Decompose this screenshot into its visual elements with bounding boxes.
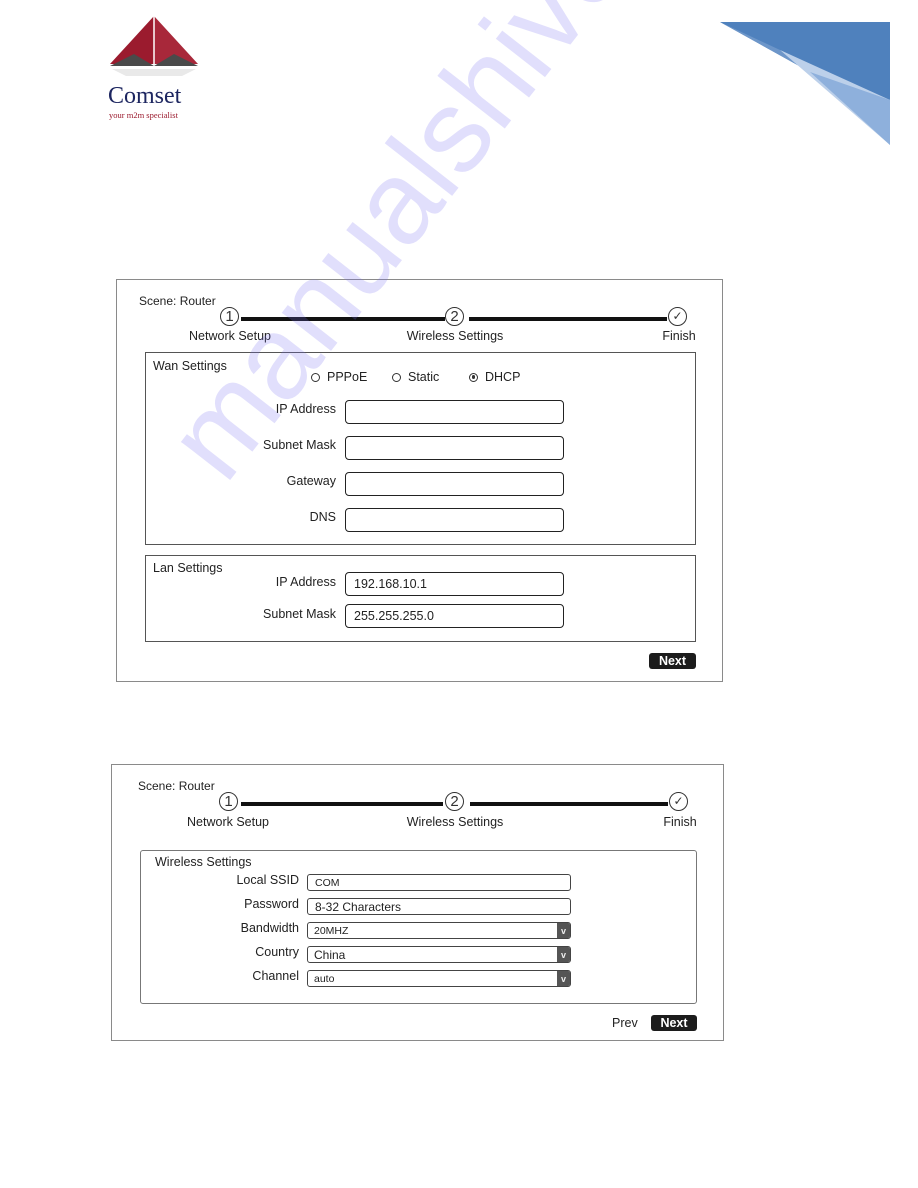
wan-ip-input[interactable] (345, 400, 564, 424)
ssid-input[interactable]: COM (307, 874, 571, 891)
triangle-logo-icon (110, 16, 198, 76)
bandwidth-select[interactable]: 20MHZ v (307, 922, 571, 939)
country-select[interactable]: China v (307, 946, 571, 963)
step-label-network-setup: Network Setup (189, 329, 271, 343)
wireless-settings-group: Wireless Settings Local SSID COM Passwor… (140, 850, 697, 1004)
chevron-down-icon[interactable]: v (557, 971, 570, 986)
wan-subnet-input[interactable] (345, 436, 564, 460)
wan-gateway-input[interactable] (345, 472, 564, 496)
country-value: China (314, 947, 346, 962)
chevron-down-icon[interactable]: v (557, 947, 570, 962)
wan-ip-label: IP Address (275, 402, 336, 416)
channel-select[interactable]: auto v (307, 970, 571, 987)
chevron-down-icon[interactable]: v (557, 923, 570, 938)
wan-subnet-label: Subnet Mask (263, 438, 336, 452)
lan-settings-group: Lan Settings IP Address 192.168.10.1 Sub… (145, 555, 696, 642)
step-label-finish: Finish (663, 815, 697, 829)
stepper-line (241, 317, 445, 321)
stepper-line (470, 802, 668, 806)
wan-settings-title: Wan Settings (153, 359, 227, 373)
wireless-settings-screenshot: Scene: Router 1 2 ✓ Network Setup Wirele… (111, 764, 724, 1041)
step-label-finish: Finish (662, 329, 696, 343)
prev-button[interactable]: Prev (612, 1016, 638, 1030)
radio-dhcp[interactable]: DHCP (469, 370, 520, 384)
wan-gateway-label: Gateway (286, 474, 336, 488)
comset-logo: Comset your m2m specialist (104, 14, 204, 120)
lan-settings-title: Lan Settings (153, 561, 223, 575)
ssid-label: Local SSID (236, 873, 299, 887)
scene-label: Scene: Router (139, 294, 216, 308)
step-label-wireless-settings: Wireless Settings (406, 815, 504, 829)
network-setup-screenshot: Scene: Router 1 2 ✓ Network Setup Wirele… (116, 279, 723, 682)
stepper-line (241, 802, 443, 806)
corner-decoration-icon (720, 22, 890, 145)
step-2-icon: 2 (445, 792, 464, 811)
country-label: Country (255, 945, 299, 959)
check-icon: ✓ (669, 792, 688, 811)
check-icon: ✓ (668, 307, 687, 326)
radio-unchecked-icon (311, 372, 320, 382)
step-label-wireless-settings: Wireless Settings (406, 329, 504, 343)
bandwidth-label: Bandwidth (240, 921, 299, 935)
radio-label: DHCP (485, 370, 521, 384)
lan-subnet-label: Subnet Mask (263, 607, 336, 621)
logo-tagline: your m2m specialist (109, 110, 178, 120)
wan-dns-input[interactable] (345, 508, 564, 532)
radio-checked-icon (469, 372, 478, 382)
radio-label: PPPoE (327, 370, 368, 384)
password-input[interactable]: 8-32 Characters (307, 898, 571, 915)
step-1-icon: 1 (219, 792, 238, 811)
channel-label: Channel (252, 969, 299, 983)
radio-static[interactable]: Static (392, 370, 439, 384)
lan-subnet-input[interactable]: 255.255.255.0 (345, 604, 564, 628)
wan-dns-label: DNS (309, 510, 336, 524)
radio-pppoe[interactable]: PPPoE (311, 370, 367, 384)
stepper-line (469, 317, 667, 321)
radio-unchecked-icon (392, 372, 401, 382)
step-2-icon: 2 (445, 307, 464, 326)
lan-ip-label: IP Address (275, 575, 336, 589)
wan-settings-group: Wan Settings PPPoE Static DHCP IP Addres… (145, 352, 696, 545)
wireless-settings-title: Wireless Settings (155, 855, 252, 869)
lan-ip-input[interactable]: 192.168.10.1 (345, 572, 564, 596)
bandwidth-value: 20MHZ (314, 924, 349, 937)
step-1-icon: 1 (220, 307, 239, 326)
scene-label: Scene: Router (138, 779, 215, 793)
radio-label: Static (408, 370, 440, 384)
next-button[interactable]: Next (649, 653, 696, 669)
next-button[interactable]: Next (651, 1015, 697, 1031)
password-label: Password (244, 897, 299, 911)
logo-name: Comset (108, 83, 182, 109)
channel-value: auto (314, 972, 335, 985)
step-label-network-setup: Network Setup (187, 815, 269, 829)
